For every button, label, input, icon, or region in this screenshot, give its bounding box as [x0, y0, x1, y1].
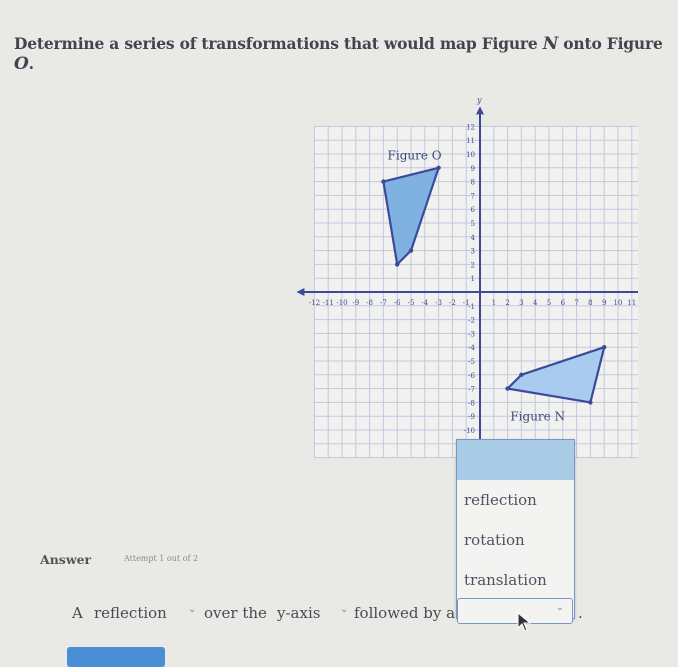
x-axis-arrow-left	[296, 288, 305, 296]
y-tick-label: -9	[468, 413, 475, 421]
figure-o-label: Figure O	[388, 149, 442, 163]
question-text: Determine a series of transformations th…	[14, 34, 678, 74]
x-tick-label: -7	[380, 299, 387, 307]
y-tick-label: -1	[468, 303, 475, 311]
figure-o-vertex	[395, 262, 400, 267]
x-tick-label: 4	[533, 299, 538, 307]
dropdown-option-rotation[interactable]: rotation	[457, 520, 574, 560]
figure-n-label: Figure N	[510, 409, 565, 423]
y-tick-label: -5	[468, 358, 475, 366]
x-tick-label: -11	[323, 299, 334, 307]
y-tick-label: 12	[466, 123, 475, 131]
x-tick-label: -3	[435, 299, 442, 307]
x-tick-label: 9	[602, 299, 606, 307]
y-tick-label: 1	[471, 275, 475, 283]
figure-o-name: O	[14, 54, 29, 74]
over-the-text: over the	[204, 604, 267, 622]
y-tick-label: 8	[471, 179, 475, 187]
y-tick-label: -7	[468, 386, 475, 394]
answer-label: Answer	[40, 552, 92, 567]
y-tick-label: 5	[471, 220, 475, 228]
submit-answer-button[interactable]	[67, 647, 165, 667]
dropdown-highlighted-empty-option[interactable]	[457, 440, 574, 480]
y-axis-label: y	[476, 95, 482, 104]
x-tick-label: 8	[588, 299, 592, 307]
x-tick-label: -6	[394, 299, 401, 307]
x-tick-label: 10	[614, 299, 623, 307]
chevron-down-icon[interactable]: ⌄	[188, 604, 196, 615]
followed-by-text: followed by a	[354, 604, 456, 622]
y-tick-label: -3	[468, 330, 475, 338]
transformation-dropdown-list[interactable]: reflection rotation translation	[456, 439, 575, 619]
period-text: .	[578, 604, 583, 622]
x-tick-label: 3	[519, 299, 523, 307]
question-suffix: .	[28, 54, 34, 73]
y-tick-label: -6	[468, 372, 475, 380]
chevron-down-icon: ⌄	[555, 602, 564, 613]
x-tick-label: -4	[421, 299, 428, 307]
x-tick-label: -12	[309, 299, 320, 307]
y-tick-label: 9	[471, 165, 475, 173]
transformation1-select[interactable]: reflection	[94, 604, 167, 622]
figure-o-vertex	[408, 248, 414, 253]
mouse-cursor-icon	[517, 612, 532, 632]
figure-n-vertex	[519, 372, 524, 377]
y-tick-label: -2	[468, 317, 475, 325]
transformation2-select[interactable]: ⌄	[457, 598, 573, 624]
dropdown-option-translation[interactable]: translation	[457, 560, 574, 600]
question-middle: onto Figure	[558, 34, 663, 53]
y-tick-label: 11	[466, 137, 475, 145]
y-tick-label: 7	[471, 192, 475, 200]
x-tick-label: -5	[408, 299, 415, 307]
x-tick-label: 5	[547, 299, 551, 307]
x-tick-label: 2	[505, 299, 509, 307]
figure-n-vertex	[602, 345, 607, 350]
figure-n-vertex	[588, 400, 593, 405]
figure-n-name: N	[542, 34, 559, 54]
x-tick-label: -8	[366, 299, 373, 307]
axis-select[interactable]: y-axis	[277, 604, 320, 622]
figure-n-vertex	[505, 386, 510, 391]
chevron-down-icon[interactable]: ⌄	[340, 604, 348, 615]
x-tick-label: 11	[627, 299, 636, 307]
y-tick-label: 3	[471, 248, 475, 256]
x-tick-label: 7	[574, 299, 578, 307]
y-tick-label: 2	[471, 261, 475, 269]
x-tick-label: 6	[561, 299, 566, 307]
y-tick-label: -4	[468, 344, 475, 352]
question-prefix: Determine a series of transformations th…	[14, 34, 543, 53]
axis-value: y-axis	[277, 604, 321, 622]
y-tick-label: 4	[471, 234, 476, 242]
x-tick-label: -9	[352, 299, 359, 307]
x-tick-label: -10	[336, 299, 347, 307]
figure-o-vertex	[436, 165, 441, 170]
y-tick-label: 6	[471, 206, 476, 214]
article-text: A	[72, 604, 83, 622]
attempt-counter: Attempt 1 out of 2	[124, 554, 199, 563]
transformation1-value: reflection	[94, 604, 167, 622]
x-tick-label: 1	[492, 299, 496, 307]
y-axis-arrow	[476, 106, 484, 115]
coordinate-plane: xy-12-11-10-9-8-7-6-5-4-3-2-112345678910…	[296, 95, 638, 463]
y-tick-label: -10	[464, 427, 475, 435]
dropdown-option-reflection[interactable]: reflection	[457, 480, 574, 520]
y-tick-label: 10	[466, 151, 475, 159]
x-tick-label: -2	[449, 299, 456, 307]
figure-o-vertex	[381, 179, 386, 184]
y-tick-label: -8	[468, 399, 475, 407]
